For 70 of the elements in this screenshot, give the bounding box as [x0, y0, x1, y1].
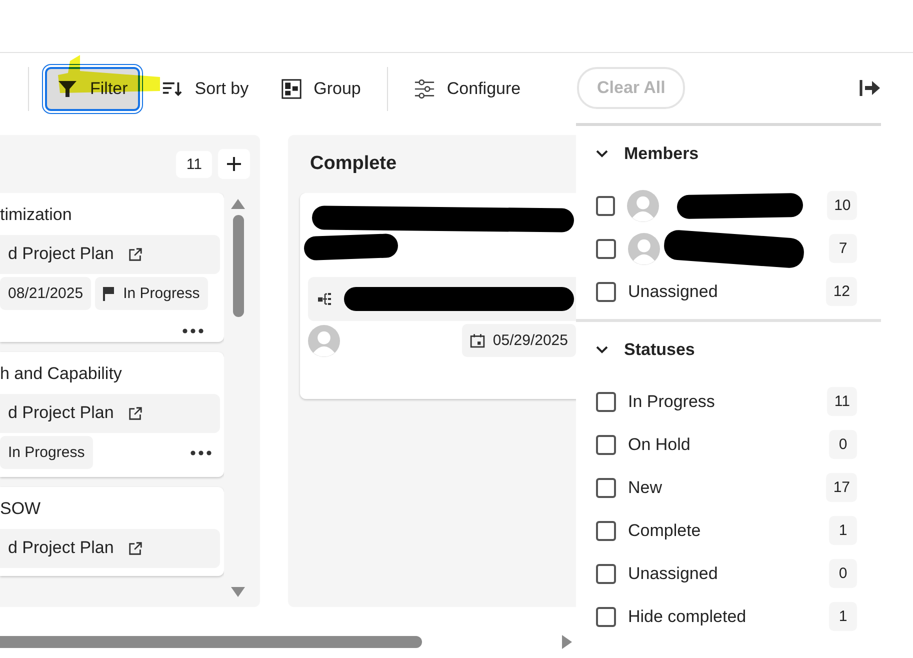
hierarchy-icon: [318, 293, 332, 305]
due-date-chip: 08/21/2025: [0, 277, 92, 310]
checkbox[interactable]: [596, 520, 616, 540]
checkbox[interactable]: [596, 434, 616, 454]
scroll-down-arrow-icon[interactable]: [231, 587, 245, 597]
avatar-icon: [628, 232, 660, 264]
calendar-icon: [470, 333, 485, 348]
card-title: h and Capability: [0, 364, 123, 385]
sliders-icon: [414, 79, 435, 99]
sort-button[interactable]: Sort by: [152, 67, 259, 111]
configure-button[interactable]: Configure: [404, 67, 531, 111]
plus-icon: [226, 156, 242, 172]
project-link[interactable]: d Project Plan: [0, 529, 220, 568]
option-label: On Hold: [628, 434, 690, 454]
external-link-icon: [128, 246, 143, 262]
scroll-up-arrow-icon[interactable]: [231, 199, 245, 209]
option-label: Unassigned: [628, 564, 718, 584]
checkbox[interactable]: [596, 392, 616, 412]
option-count: 10: [827, 191, 857, 220]
option-label: New: [628, 478, 662, 498]
more-options-icon[interactable]: [190, 450, 212, 456]
card-count: 11: [176, 150, 212, 178]
external-link-icon: [128, 406, 143, 420]
avatar-icon: [308, 324, 340, 356]
option-count: 7: [829, 234, 857, 263]
due-date-chip: 05/29/2025: [462, 324, 576, 357]
option-count: 17: [826, 473, 857, 502]
option-count: 1: [829, 516, 857, 545]
group-button[interactable]: Group: [270, 67, 371, 111]
option-count: 1: [829, 602, 857, 631]
card-title: timization: [0, 205, 73, 226]
option-label: In Progress: [628, 392, 715, 412]
checkbox[interactable]: [596, 478, 616, 498]
scroll-right-arrow-icon[interactable]: [562, 635, 572, 649]
task-card[interactable]: 05/29/2025: [300, 193, 576, 399]
chevron-icon: [596, 150, 608, 158]
chevron-icon: [596, 346, 608, 354]
scrollbar-thumb[interactable]: [0, 636, 422, 648]
avatar-icon: [627, 190, 660, 222]
card-title: SOW: [0, 499, 42, 520]
option-label: Unassigned: [628, 282, 718, 302]
checkbox[interactable]: [596, 564, 616, 584]
column-title: Complete: [310, 153, 397, 175]
section-header[interactable]: Statuses: [596, 340, 857, 360]
option-count: 11: [827, 387, 857, 416]
section-header[interactable]: Members: [596, 144, 857, 164]
status-chip: In Progress: [0, 436, 93, 469]
project-link[interactable]: d Project Plan: [0, 394, 220, 433]
flag-icon: [103, 286, 116, 302]
option-count: 0: [829, 430, 857, 459]
option-label: Complete: [628, 520, 701, 540]
group-icon: [280, 79, 302, 99]
checkbox[interactable]: [596, 606, 616, 626]
option-count: 0: [829, 559, 857, 588]
more-options-icon[interactable]: [182, 328, 204, 334]
status-chip: In Progress: [95, 277, 208, 310]
option-label: Hide completed: [628, 606, 746, 626]
scrollbar-thumb[interactable]: [232, 215, 244, 317]
external-link-icon: [128, 540, 143, 556]
project-link[interactable]: [308, 277, 576, 321]
task-card[interactable]: SOW d Project Plan: [0, 487, 224, 576]
collapse-panel-icon[interactable]: [859, 79, 881, 97]
checkbox[interactable]: [596, 196, 616, 216]
add-button[interactable]: [218, 149, 250, 179]
task-card[interactable]: h and Capability d Project Plan In Progress: [0, 352, 224, 477]
project-link[interactable]: d Project Plan: [0, 235, 220, 274]
checkbox[interactable]: [596, 238, 616, 258]
task-card[interactable]: timization d Project Plan 08/21/2025 In Progress: [0, 193, 224, 342]
checkbox[interactable]: [596, 282, 616, 302]
option-count: 12: [826, 277, 857, 306]
